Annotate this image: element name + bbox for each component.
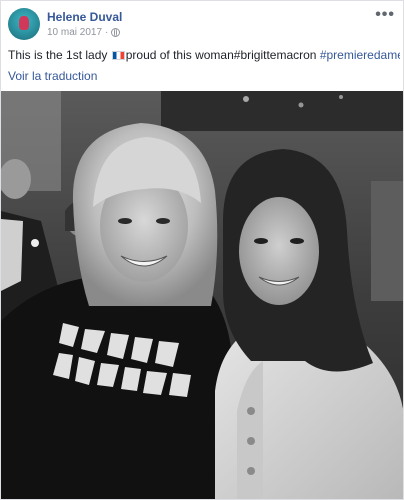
globe-icon[interactable] (111, 28, 121, 37)
facebook-post: Helene Duval 10 mai 2017 · ••• This is t… (0, 0, 404, 500)
author-avatar[interactable] (8, 8, 40, 40)
more-options-icon[interactable]: ••• (375, 7, 395, 23)
post-date[interactable]: 10 mai 2017 (47, 27, 102, 38)
see-translation-link[interactable]: Voir la traduction (8, 69, 97, 83)
hashtag-link[interactable]: #premieredame (320, 48, 400, 62)
caption-text-1: This is the 1st lady (8, 48, 111, 62)
photo-image (1, 91, 403, 499)
meta-separator: · (105, 27, 109, 38)
post-meta: 10 mai 2017 · (47, 27, 121, 38)
post-caption: This is the 1st lady proud of this woman… (8, 48, 400, 62)
author-name[interactable]: Helene Duval (47, 10, 122, 24)
post-header: Helene Duval 10 mai 2017 · ••• (1, 1, 403, 45)
post-photo[interactable] (1, 91, 403, 499)
france-flag-icon (111, 51, 125, 60)
caption-text-2: proud of this woman#brigittemacron (125, 48, 320, 62)
